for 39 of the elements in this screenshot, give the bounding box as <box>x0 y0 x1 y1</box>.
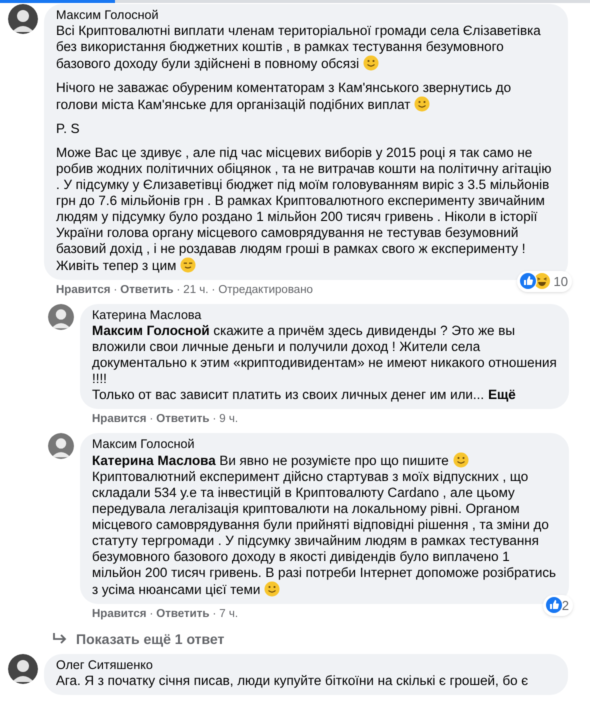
separator-dot: · <box>175 282 182 298</box>
action-link[interactable]: Нравится <box>92 410 146 428</box>
reply-arrow-icon <box>52 632 68 646</box>
author-name[interactable]: Максим Голосной <box>56 8 556 23</box>
separator-dot: · <box>112 282 118 298</box>
separator-dot: · <box>210 282 216 298</box>
comment-text: Максим Голосной скажите а причём здесь дивиденды ? Это же вы вложили свои личные деньги и получили доход ! Жители села документально к этим «криптодивидентам» не имеют никакого отношения !!!! <box>92 323 557 387</box>
author-name[interactable]: Катерина Маслова <box>92 308 557 323</box>
reaction-badge[interactable]: 2 <box>542 594 573 616</box>
action-link[interactable]: Ответить <box>156 410 210 428</box>
edited-label: Отредактировано <box>218 282 313 298</box>
timestamp[interactable]: 9 ч. <box>219 410 238 428</box>
comment-text: P. S <box>56 121 81 137</box>
avatar[interactable] <box>8 654 38 684</box>
separator-dot: · <box>148 412 154 427</box>
action-link[interactable]: Нравится <box>92 606 146 624</box>
comment-text: Нічого не заважає обуреним коментаторам з Кам'янського звернутись до голови міста Кам'янське для організацій подібних виплат <box>56 80 512 113</box>
reaction-count: 10 <box>554 272 569 290</box>
timestamp[interactable]: 7 ч. <box>219 606 238 624</box>
comment-text: Только от вас зависит платить из своих личных денег им или... Ещё <box>92 387 517 403</box>
show-more-replies-link[interactable]: Показать ещё 1 ответ <box>0 628 590 650</box>
comment-text: Всі Криптовалютні виплати членам територіальної громади села Єлізаветівка без використання бюджетних коштів , в рамках тестування безумовного базового доходу були здійснені в повному обсязі <box>56 23 542 72</box>
timestamp[interactable]: 21 ч. <box>183 282 208 300</box>
comment-text: Ага. Я з початку січня писав, люди купуйте біткоїни на скількі є грошей, бо є <box>56 673 530 689</box>
action-link[interactable]: Ответить <box>120 282 174 300</box>
see-more-link[interactable]: Ещё <box>488 387 516 402</box>
separator-dot: · <box>148 606 154 622</box>
action-link[interactable]: Ответить <box>156 606 210 624</box>
avatar[interactable] <box>8 4 38 34</box>
separator-dot: · <box>211 606 218 622</box>
author-name[interactable]: Максим Голосной <box>92 437 557 452</box>
reaction-badge[interactable]: 10 <box>516 270 572 292</box>
avatar[interactable] <box>48 433 74 459</box>
avatar[interactable] <box>48 304 74 330</box>
reaction-count: 2 <box>562 596 570 614</box>
separator-dot: · <box>211 412 218 427</box>
comment-text: Катерина Маслова Ви явно не розумієте про що пишите <box>92 452 557 469</box>
author-name[interactable]: Олег Ситяшенко <box>56 658 556 673</box>
action-link[interactable]: Нравится <box>56 282 110 300</box>
